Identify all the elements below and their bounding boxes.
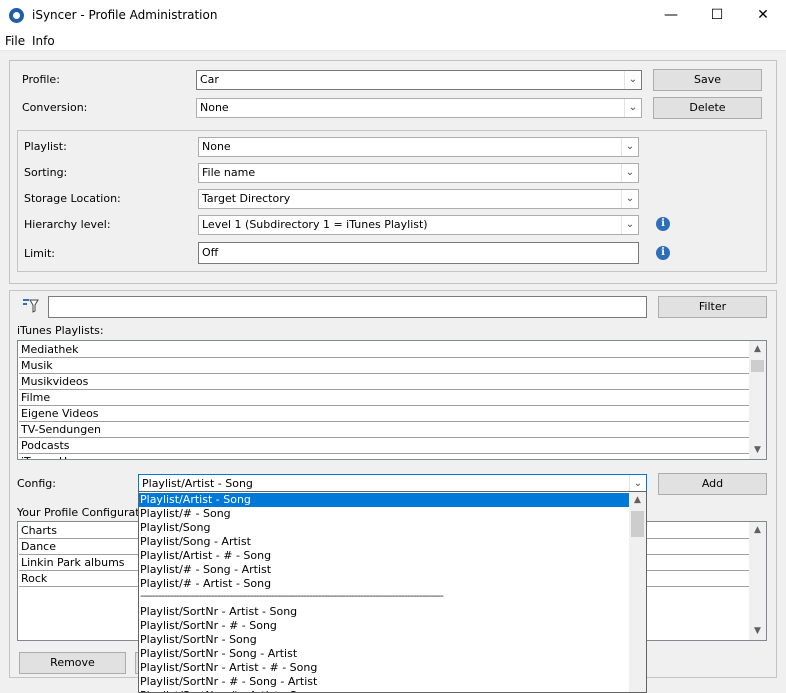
scroll-thumb[interactable] [631, 511, 644, 537]
delete-button[interactable]: Delete [653, 97, 762, 119]
profile-select-value: Car [200, 73, 219, 86]
sorting-select[interactable]: File name ⌄ [198, 163, 639, 183]
itunes-playlists-list[interactable]: Mediathek Musik Musikvideos Filme Eigene Vid… [17, 340, 767, 460]
dropdown-option[interactable]: Playlist/Artist - # - Song [139, 549, 629, 563]
dropdown-option[interactable]: Playlist/Song [139, 521, 629, 535]
itunes-list-scrollbar[interactable]: ▲ ▼ [749, 341, 766, 459]
dropdown-option[interactable]: Playlist/Artist - Song [139, 493, 629, 507]
limit-label: Limit: [24, 247, 55, 260]
maximize-icon[interactable]: ☐ [694, 0, 740, 31]
dropdown-option[interactable]: Playlist/SortNr - Artist - Song [139, 605, 629, 619]
menu-file[interactable]: File [5, 34, 25, 48]
profile-label: Profile: [22, 73, 60, 86]
scroll-down-icon[interactable]: ▼ [749, 623, 766, 640]
storage-location-select[interactable]: Target Directory ⌄ [198, 189, 639, 209]
limit-field[interactable]: Off [198, 242, 639, 264]
config-select-value: Playlist/Artist - Song [142, 477, 253, 490]
chevron-down-icon: ⌄ [624, 99, 641, 117]
sorting-select-value: File name [202, 166, 256, 179]
profile-list-scrollbar[interactable]: ▲ ▼ [749, 522, 766, 640]
chevron-down-icon: ⌄ [624, 71, 641, 89]
profile-select[interactable]: Car ⌄ [196, 70, 642, 90]
scroll-up-icon[interactable]: ▲ [749, 341, 766, 358]
chevron-down-icon: ⌄ [621, 164, 638, 182]
playlist-list-item[interactable]: TV-Sendungen [19, 422, 749, 438]
playlist-list-item[interactable]: Filme [19, 390, 749, 406]
hierarchy-level-select-value: Level 1 (Subdirectory 1 = iTunes Playlis… [202, 218, 428, 231]
dropdown-option[interactable]: Playlist/SortNr - # - Artist - Song [139, 689, 629, 692]
dropdown-option[interactable]: Playlist/Song - Artist [139, 535, 629, 549]
close-icon[interactable]: ✕ [740, 0, 786, 31]
chevron-down-icon: ⌄ [621, 190, 638, 208]
storage-location-select-value: Target Directory [202, 192, 291, 205]
filter-icon[interactable] [22, 297, 40, 315]
dropdown-option[interactable]: Playlist/SortNr - Song - Artist [139, 647, 629, 661]
window-title: iSyncer - Profile Administration [32, 8, 218, 22]
filter-button[interactable]: Filter [658, 296, 767, 318]
dropdown-option[interactable]: Playlist/# - Song [139, 507, 629, 521]
hierarchy-level-label: Hierarchy level: [24, 218, 111, 231]
conversion-label: Conversion: [22, 101, 88, 114]
limit-info-icon[interactable]: i [656, 246, 670, 260]
playlist-list-item[interactable]: Eigene Videos [19, 406, 749, 422]
chevron-down-icon: ⌄ [621, 216, 638, 234]
dropdown-option[interactable]: Playlist/SortNr - # - Song [139, 619, 629, 633]
add-button[interactable]: Add [658, 473, 767, 495]
dropdown-option[interactable]: Playlist/# - Artist - Song [139, 577, 629, 591]
dropdown-option[interactable]: Playlist/SortNr - Artist - # - Song [139, 661, 629, 675]
dropdown-option[interactable]: Playlist/SortNr - # - Song - Artist [139, 675, 629, 689]
scroll-up-icon[interactable]: ▲ [749, 522, 766, 539]
playlist-list-item[interactable]: Musik [19, 358, 749, 374]
menu-bar: File Info [0, 31, 786, 51]
save-button[interactable]: Save [653, 69, 762, 91]
config-label: Config: [17, 477, 56, 490]
playlist-label: Playlist: [24, 140, 67, 153]
hierarchy-level-select[interactable]: Level 1 (Subdirectory 1 = iTunes Playlis… [198, 215, 639, 235]
dropdown-separator: ----------------------------------------… [140, 591, 444, 602]
sorting-label: Sorting: [24, 166, 68, 179]
playlist-list-item[interactable]: Podcasts [19, 438, 749, 454]
scroll-up-icon[interactable]: ▲ [629, 492, 646, 509]
scroll-down-icon[interactable]: ▼ [749, 442, 766, 459]
conversion-select[interactable]: None ⌄ [196, 98, 642, 118]
playlist-select-value: None [202, 140, 231, 153]
config-dropdown-list[interactable]: Playlist/Artist - Song Playlist/# - Song P… [138, 491, 647, 693]
dropdown-scrollbar[interactable]: ▲ [629, 492, 646, 692]
title-bar: iSyncer - Profile Administration — ☐ ✕ [0, 0, 786, 31]
dropdown-option[interactable]: Playlist/# - Song - Artist [139, 563, 629, 577]
playlist-list-item[interactable]: iTunes U [19, 454, 749, 459]
scroll-thumb[interactable] [751, 360, 764, 372]
playlist-list-item[interactable]: Musikvideos [19, 374, 749, 390]
hierarchy-info-icon[interactable]: i [656, 217, 670, 231]
remove-button[interactable]: Remove [19, 652, 126, 674]
app-icon [9, 8, 24, 23]
menu-info[interactable]: Info [32, 34, 55, 48]
conversion-select-value: None [200, 101, 229, 114]
itunes-playlists-label: iTunes Playlists: [17, 324, 104, 337]
storage-location-label: Storage Location: [24, 192, 121, 205]
dropdown-option[interactable]: Playlist/SortNr - Song [139, 633, 629, 647]
playlist-list-item[interactable]: Mediathek [19, 342, 749, 358]
filter-input[interactable] [48, 296, 647, 318]
playlist-select[interactable]: None ⌄ [198, 137, 639, 157]
chevron-down-icon: ⌄ [621, 138, 638, 156]
your-profile-configuration-label: Your Profile Configuration [17, 506, 157, 519]
minimize-icon[interactable]: — [648, 0, 694, 31]
